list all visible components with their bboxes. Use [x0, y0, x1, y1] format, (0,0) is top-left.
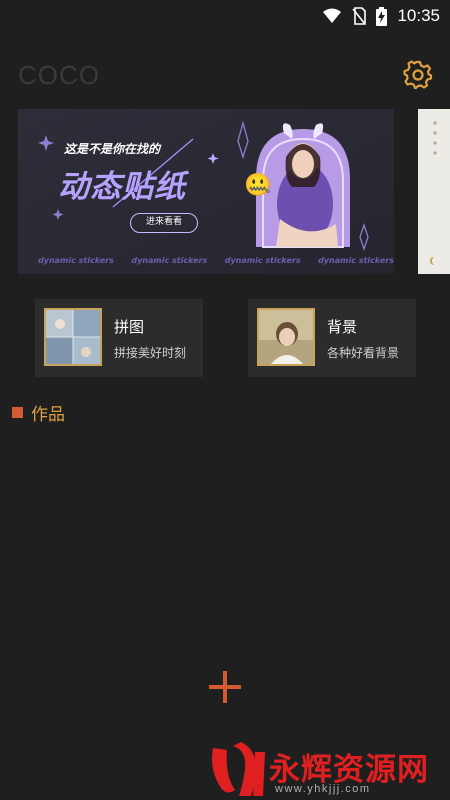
- puzzle-subtitle: 拼接美好时刻: [114, 346, 187, 360]
- no-sim-icon: [352, 7, 367, 25]
- promo-banner[interactable]: 🤐 这是不是你在找的 动态贴纸 进来看看 dynamic stickers dy…: [18, 109, 394, 274]
- banner-footer: dynamic stickers dynamic stickers dynami…: [38, 256, 394, 265]
- banner-footer-text: dynamic stickers: [38, 256, 114, 265]
- banner-cta-label: 进来看看: [145, 217, 182, 227]
- wifi-icon: [323, 8, 342, 23]
- status-bar: 10:35: [0, 0, 450, 32]
- app-title: COCO: [18, 60, 100, 90]
- puzzle-title: 拼图: [114, 318, 145, 336]
- next-banner-peek[interactable]: [418, 109, 450, 274]
- peek-art: [430, 121, 437, 265]
- plus-icon: [209, 671, 241, 703]
- works-section-title: 作品: [31, 405, 65, 425]
- section-marker: [12, 407, 23, 418]
- settings-button[interactable]: [403, 60, 433, 90]
- watermark-logo: [212, 742, 265, 796]
- background-subtitle: 各种好看背景: [327, 346, 400, 360]
- watermark-url: www.yhkjjj.com: [275, 783, 371, 795]
- banner-footer-text: dynamic stickers: [224, 256, 301, 265]
- background-tile[interactable]: 背景 各种好看背景: [248, 299, 416, 377]
- status-time: 10:35: [397, 6, 440, 25]
- banner-footer-text: dynamic stickers: [318, 256, 394, 265]
- watermark: 永辉资源网 www.yhkjjj.com: [205, 740, 450, 800]
- status-icons: 10:35: [322, 6, 440, 26]
- battery-charging-icon: [376, 6, 388, 26]
- banner-headline: 动态贴纸: [58, 169, 186, 205]
- banner-footer-text: dynamic stickers: [131, 256, 208, 265]
- banner-cta-button[interactable]: 进来看看: [130, 213, 198, 233]
- background-title: 背景: [327, 318, 358, 336]
- banner-subtitle: 这是不是你在找的: [64, 142, 161, 156]
- banner-emoji: 🤐: [244, 173, 272, 198]
- puzzle-thumbnail: [44, 308, 102, 366]
- gear-icon: [403, 60, 433, 90]
- background-thumbnail: [257, 308, 315, 366]
- puzzle-tile[interactable]: 拼图 拼接美好时刻: [35, 299, 203, 377]
- works-section-header: 作品: [12, 400, 65, 425]
- add-button[interactable]: [205, 667, 245, 707]
